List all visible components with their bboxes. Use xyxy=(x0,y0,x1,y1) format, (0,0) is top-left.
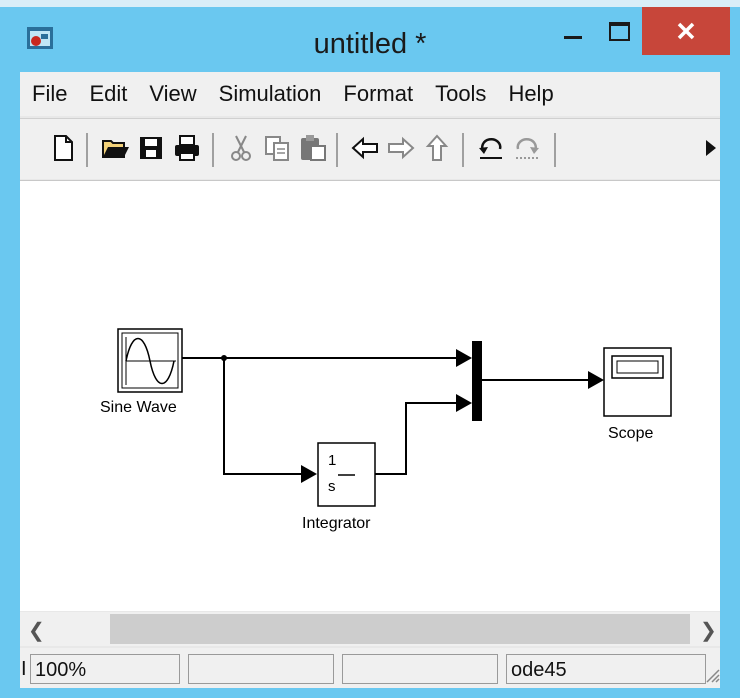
mux-block[interactable] xyxy=(472,341,482,421)
scroll-left-icon[interactable]: ❮ xyxy=(28,618,45,643)
integrator-numerator: 1 xyxy=(328,452,337,469)
menu-simulation[interactable]: Simulation xyxy=(207,81,332,107)
menu-file[interactable]: File xyxy=(20,81,77,107)
paste-icon[interactable] xyxy=(298,133,328,163)
close-icon[interactable] xyxy=(642,7,730,55)
print-icon[interactable] xyxy=(172,133,202,163)
menu-format[interactable]: Format xyxy=(331,81,423,107)
start-simulation-icon[interactable] xyxy=(700,133,720,163)
open-folder-icon[interactable] xyxy=(100,133,130,163)
back-icon[interactable] xyxy=(350,133,380,163)
signal-line-sine-to-integrator[interactable] xyxy=(223,358,317,483)
signal-lines xyxy=(117,328,672,507)
menu-bar: File Edit View Simulation Format Tools H… xyxy=(20,72,720,116)
maximize-icon[interactable] xyxy=(596,10,642,54)
toolbar-separator xyxy=(212,133,214,167)
redo-icon[interactable] xyxy=(512,133,542,163)
integrator-denominator: s xyxy=(328,478,336,495)
toolbar xyxy=(20,118,720,179)
sine-wave-block[interactable] xyxy=(117,328,183,393)
sine-wave-label[interactable]: Sine Wave xyxy=(100,399,177,417)
resize-grip-icon[interactable] xyxy=(704,666,720,684)
menu-view[interactable]: View xyxy=(137,81,206,107)
integrator-label[interactable]: Integrator xyxy=(302,515,370,533)
menu-edit[interactable]: Edit xyxy=(77,81,137,107)
toolbar-separator xyxy=(462,133,464,167)
toolbar-separator xyxy=(554,133,556,167)
toolbar-separator xyxy=(336,133,338,167)
up-icon[interactable] xyxy=(422,133,452,163)
horizontal-scrollbar[interactable]: ❮ ❯ xyxy=(20,612,720,646)
toolbar-separator xyxy=(86,133,88,167)
undo-icon[interactable] xyxy=(476,133,506,163)
model-canvas[interactable]: 1 s Sine Wave Integrator Scope xyxy=(20,180,720,611)
cut-icon[interactable] xyxy=(226,133,256,163)
signal-line-integrator-to-mux[interactable] xyxy=(375,394,472,475)
minimize-icon[interactable] xyxy=(548,10,596,54)
menu-help[interactable]: Help xyxy=(496,81,563,107)
status-bar: I 100% ode45 xyxy=(20,648,720,688)
title-bar: untitled * xyxy=(0,0,740,72)
status-ready: I xyxy=(20,654,30,684)
forward-icon[interactable] xyxy=(386,133,416,163)
new-file-icon[interactable] xyxy=(48,133,78,163)
status-field-2 xyxy=(188,654,334,684)
scroll-right-icon[interactable]: ❯ xyxy=(700,618,717,643)
status-field-3 xyxy=(342,654,498,684)
scroll-thumb[interactable] xyxy=(110,614,690,644)
window-border-right xyxy=(720,72,740,698)
menu-tools[interactable]: Tools xyxy=(423,81,496,107)
window-border-bottom xyxy=(0,688,740,698)
scope-block[interactable] xyxy=(603,347,672,417)
status-solver: ode45 xyxy=(506,654,706,684)
copy-icon[interactable] xyxy=(262,133,292,163)
window-border-left xyxy=(0,72,20,698)
model-window: untitled * File Edit View Simulation For… xyxy=(0,0,740,698)
integrator-block[interactable] xyxy=(317,442,376,507)
status-zoom: 100% xyxy=(30,654,180,684)
title-bar-top-strip xyxy=(0,0,740,7)
scope-label[interactable]: Scope xyxy=(608,425,653,443)
signal-line-mux-to-scope[interactable] xyxy=(482,371,604,389)
save-icon[interactable] xyxy=(136,133,166,163)
